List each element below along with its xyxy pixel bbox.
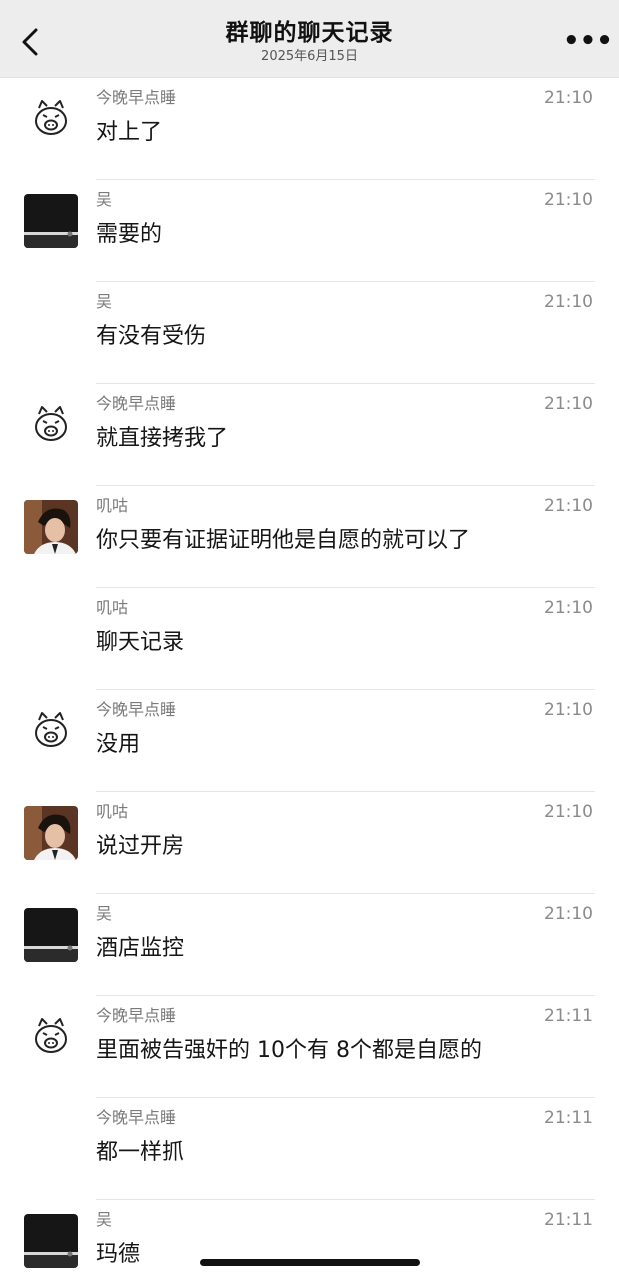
message-time: 21:10 xyxy=(544,904,593,924)
message-text: 就直接拷我了 xyxy=(96,426,229,451)
message-text: 里面被告强奸的 10个有 8个都是自愿的 xyxy=(96,1038,482,1063)
message-row[interactable]: 吴 21:10 需要的 xyxy=(0,180,619,282)
page-date: 2025年6月15日 xyxy=(261,49,358,64)
message-text: 需要的 xyxy=(96,222,163,247)
sender-name: 今晚早点睡 xyxy=(96,700,177,719)
message-time: 21:10 xyxy=(544,598,593,618)
avatar[interactable] xyxy=(24,908,78,962)
message-row[interactable]: 吴 21:10 有没有受伤 xyxy=(0,282,619,384)
pig-face-icon xyxy=(24,704,78,758)
message-time: 21:10 xyxy=(544,190,593,210)
sender-name: 今晚早点睡 xyxy=(96,1108,177,1127)
back-button[interactable] xyxy=(14,22,50,62)
sender-name: 叽咕 xyxy=(96,802,129,821)
sender-name: 吴 xyxy=(96,292,113,311)
avatar[interactable] xyxy=(24,806,78,860)
message-time: 21:10 xyxy=(544,88,593,108)
pig-face-icon xyxy=(24,398,78,452)
sender-name: 今晚早点睡 xyxy=(96,88,177,107)
sender-name: 今晚早点睡 xyxy=(96,394,177,413)
message-text: 聊天记录 xyxy=(96,630,185,655)
avatar[interactable] xyxy=(24,1214,78,1268)
sender-name: 吴 xyxy=(96,904,113,923)
chevron-left-icon xyxy=(22,28,38,56)
message-text: 说过开房 xyxy=(96,834,185,859)
message-text: 酒店监控 xyxy=(96,936,185,961)
message-time: 21:10 xyxy=(544,802,593,822)
message-time: 21:11 xyxy=(544,1210,593,1230)
sender-name: 今晚早点睡 xyxy=(96,1006,177,1025)
message-text: 玛德 xyxy=(96,1242,141,1267)
message-time: 21:11 xyxy=(544,1006,593,1026)
message-time: 21:10 xyxy=(544,496,593,516)
avatar[interactable] xyxy=(24,92,78,146)
message-time: 21:10 xyxy=(544,394,593,414)
nav-bar: 群聊的聊天记录 2025年6月15日 ••• xyxy=(0,0,619,78)
person-photo-avatar xyxy=(24,500,78,554)
message-row[interactable]: 今晚早点睡 21:11 里面被告强奸的 10个有 8个都是自愿的 xyxy=(0,996,619,1098)
message-row[interactable]: 今晚早点睡 21:10 就直接拷我了 xyxy=(0,384,619,486)
message-row[interactable]: 今晚早点睡 21:10 对上了 xyxy=(0,78,619,180)
message-time: 21:10 xyxy=(544,700,593,720)
message-row[interactable]: 叽咕 21:10 你只要有证据证明他是自愿的就可以了 xyxy=(0,486,619,588)
avatar[interactable] xyxy=(24,398,78,452)
title-block: 群聊的聊天记录 2025年6月15日 xyxy=(100,18,519,66)
dark-photo-avatar xyxy=(24,194,78,248)
sender-name: 吴 xyxy=(96,1210,113,1229)
message-text: 没用 xyxy=(96,732,141,757)
message-time: 21:10 xyxy=(544,292,593,312)
message-text: 有没有受伤 xyxy=(96,324,207,349)
message-time: 21:11 xyxy=(544,1108,593,1128)
message-row[interactable]: 叽咕 21:10 说过开房 xyxy=(0,792,619,894)
message-text: 都一样抓 xyxy=(96,1140,185,1165)
message-list: 今晚早点睡 21:10 对上了吴 21:10 需要的吴 21:10 有没有受伤 今晚早点睡 21… xyxy=(0,78,619,1280)
pig-face-icon xyxy=(24,1010,78,1064)
person-photo-avatar xyxy=(24,806,78,860)
message-row[interactable]: 叽咕 21:10 聊天记录 xyxy=(0,588,619,690)
avatar[interactable] xyxy=(24,194,78,248)
pig-face-icon xyxy=(24,92,78,146)
message-text: 你只要有证据证明他是自愿的就可以了 xyxy=(96,528,471,553)
message-row[interactable]: 今晚早点睡 21:11 都一样抓 xyxy=(0,1098,619,1200)
avatar[interactable] xyxy=(24,500,78,554)
sender-name: 叽咕 xyxy=(96,496,129,515)
message-row[interactable]: 吴 21:11 玛德 xyxy=(0,1200,619,1280)
more-button[interactable]: ••• xyxy=(563,26,613,56)
dark-photo-avatar xyxy=(24,1214,78,1268)
message-text: 对上了 xyxy=(96,120,163,145)
avatar[interactable] xyxy=(24,704,78,758)
page-title: 群聊的聊天记录 xyxy=(225,20,394,46)
dark-photo-avatar xyxy=(24,908,78,962)
sender-name: 叽咕 xyxy=(96,598,129,617)
home-indicator xyxy=(200,1259,420,1266)
message-row[interactable]: 吴 21:10 酒店监控 xyxy=(0,894,619,996)
message-row[interactable]: 今晚早点睡 21:10 没用 xyxy=(0,690,619,792)
sender-name: 吴 xyxy=(96,190,113,209)
avatar[interactable] xyxy=(24,1010,78,1064)
